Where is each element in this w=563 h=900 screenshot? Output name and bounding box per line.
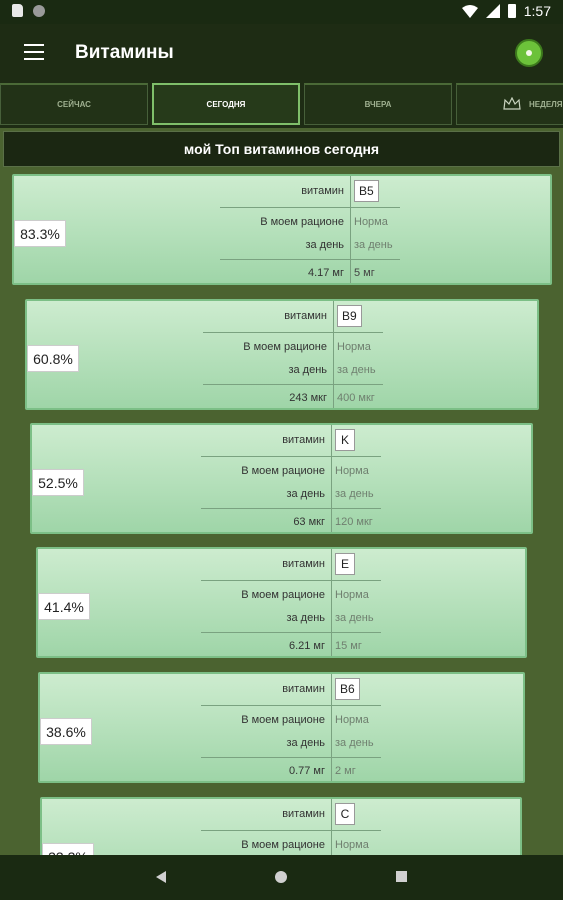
norm-value: 5 мг bbox=[354, 267, 375, 279]
vitamin-label: витамин bbox=[284, 310, 327, 322]
diet-column: витамин В моем рационе за день 243 мкг bbox=[133, 301, 333, 408]
in-diet-label: В моем рационе bbox=[241, 839, 325, 851]
in-diet-label: В моем рационе bbox=[241, 589, 325, 601]
norm-label: Норма bbox=[335, 839, 369, 851]
norm-per-day-label: за день bbox=[354, 239, 393, 251]
diet-column: витамин В моем рационе за день 4.17 мг bbox=[150, 176, 350, 283]
norm-value: 400 мкг bbox=[337, 392, 375, 404]
page-title: Витамины bbox=[75, 42, 174, 63]
vitamin-card[interactable]: 41.4% витамин В моем рационе за день 6.2… bbox=[36, 547, 527, 658]
tab-now[interactable]: СЕЙЧАС bbox=[0, 83, 148, 125]
diet-value: 63 мкг bbox=[293, 516, 325, 528]
norm-label: Норма bbox=[335, 465, 369, 477]
status-time: 1:57 bbox=[523, 3, 551, 19]
percent-badge: 41.4% bbox=[38, 593, 90, 620]
norm-per-day-label: за день bbox=[335, 612, 374, 624]
sd-card-icon bbox=[12, 4, 23, 17]
diet-value: 4.17 мг bbox=[307, 267, 344, 279]
in-diet-label: В моем рационе bbox=[241, 465, 325, 477]
wifi-icon bbox=[461, 5, 478, 18]
diet-value: 6.21 мг bbox=[288, 640, 325, 652]
diet-column: витамин В моем рационе за день 0.77 мг bbox=[131, 674, 331, 781]
menu-icon[interactable] bbox=[24, 44, 44, 62]
norm-column: K Норма за день 120 мкг bbox=[331, 425, 411, 532]
diet-value: 0.77 мг bbox=[288, 765, 325, 777]
vitamin-card[interactable]: 83.3% витамин В моем рационе за день 4.1… bbox=[12, 174, 552, 285]
vitamin-label: витамин bbox=[301, 185, 344, 197]
top-vitamins-header: мой Топ витаминов сегодня bbox=[3, 131, 560, 167]
in-diet-label: В моем рационе bbox=[243, 341, 327, 353]
vitamin-card[interactable]: 52.5% витамин В моем рационе за день 63 … bbox=[30, 423, 533, 534]
tab-bar: СЕЙЧАС СЕГОДНЯ ВЧЕРА НЕДЕЛЯ bbox=[0, 83, 563, 128]
norm-value: 15 мг bbox=[335, 640, 362, 652]
signal-icon bbox=[485, 4, 500, 18]
vitamin-card[interactable]: 38.6% витамин В моем рационе за день 0.7… bbox=[38, 672, 525, 783]
in-diet-label: В моем рационе bbox=[260, 216, 344, 228]
norm-column: B5 Норма за день 5 мг bbox=[350, 176, 430, 283]
norm-value: 2 мг bbox=[335, 765, 356, 777]
norm-column: B6 Норма за день 2 мг bbox=[331, 674, 411, 781]
app-bar: Витамины bbox=[0, 24, 563, 83]
back-icon[interactable] bbox=[156, 871, 166, 883]
vitamin-name: B6 bbox=[335, 678, 360, 700]
percent-badge: 60.8% bbox=[27, 345, 79, 372]
per-day-label: за день bbox=[288, 364, 327, 376]
notification-dot-icon bbox=[33, 4, 45, 17]
kiwi-logo-icon[interactable] bbox=[515, 39, 543, 67]
norm-value: 120 мкг bbox=[335, 516, 373, 528]
norm-label: Норма bbox=[354, 216, 388, 228]
per-day-label: за день bbox=[286, 488, 325, 500]
vitamin-name: K bbox=[335, 429, 355, 451]
per-day-label: за день bbox=[286, 737, 325, 749]
diet-value: 243 мкг bbox=[289, 392, 327, 404]
vitamin-label: витамин bbox=[282, 434, 325, 446]
norm-label: Норма bbox=[335, 589, 369, 601]
norm-column: E Норма за день 15 мг bbox=[331, 549, 411, 656]
vitamin-label: витамин bbox=[282, 558, 325, 570]
norm-per-day-label: за день bbox=[337, 364, 376, 376]
system-nav-bar bbox=[0, 855, 563, 900]
norm-column: B9 Норма за день 400 мкг bbox=[333, 301, 413, 408]
norm-per-day-label: за день bbox=[335, 488, 374, 500]
norm-label: Норма bbox=[337, 341, 371, 353]
diet-column: витамин В моем рационе за день 63 мкг bbox=[131, 425, 331, 532]
percent-badge: 38.6% bbox=[40, 718, 92, 745]
in-diet-label: В моем рационе bbox=[241, 714, 325, 726]
tab-yesterday[interactable]: ВЧЕРА bbox=[304, 83, 452, 125]
recent-apps-icon[interactable] bbox=[396, 871, 407, 882]
vitamin-label: витамин bbox=[282, 683, 325, 695]
vitamin-name: B5 bbox=[354, 180, 379, 202]
norm-per-day-label: за день bbox=[335, 737, 374, 749]
percent-badge: 52.5% bbox=[32, 469, 84, 496]
tab-week-label: НЕДЕЛЯ bbox=[529, 100, 563, 109]
per-day-label: за день bbox=[286, 612, 325, 624]
vitamin-name: E bbox=[335, 553, 355, 575]
battery-icon bbox=[507, 4, 516, 18]
per-day-label: за день bbox=[305, 239, 344, 251]
vitamin-name: B9 bbox=[337, 305, 362, 327]
diet-column: витамин В моем рационе за день 6.21 мг bbox=[131, 549, 331, 656]
status-bar: 1:57 bbox=[0, 0, 563, 24]
tab-today[interactable]: СЕГОДНЯ bbox=[152, 83, 300, 125]
crown-icon bbox=[503, 97, 521, 110]
percent-badge: 83.3% bbox=[14, 220, 66, 247]
home-icon[interactable] bbox=[275, 871, 287, 883]
vitamin-card[interactable]: 60.8% витамин В моем рационе за день 243… bbox=[25, 299, 539, 410]
norm-label: Норма bbox=[335, 714, 369, 726]
vitamin-name: C bbox=[335, 803, 355, 825]
tab-week[interactable]: НЕДЕЛЯ bbox=[456, 83, 563, 125]
vitamin-label: витамин bbox=[282, 808, 325, 820]
